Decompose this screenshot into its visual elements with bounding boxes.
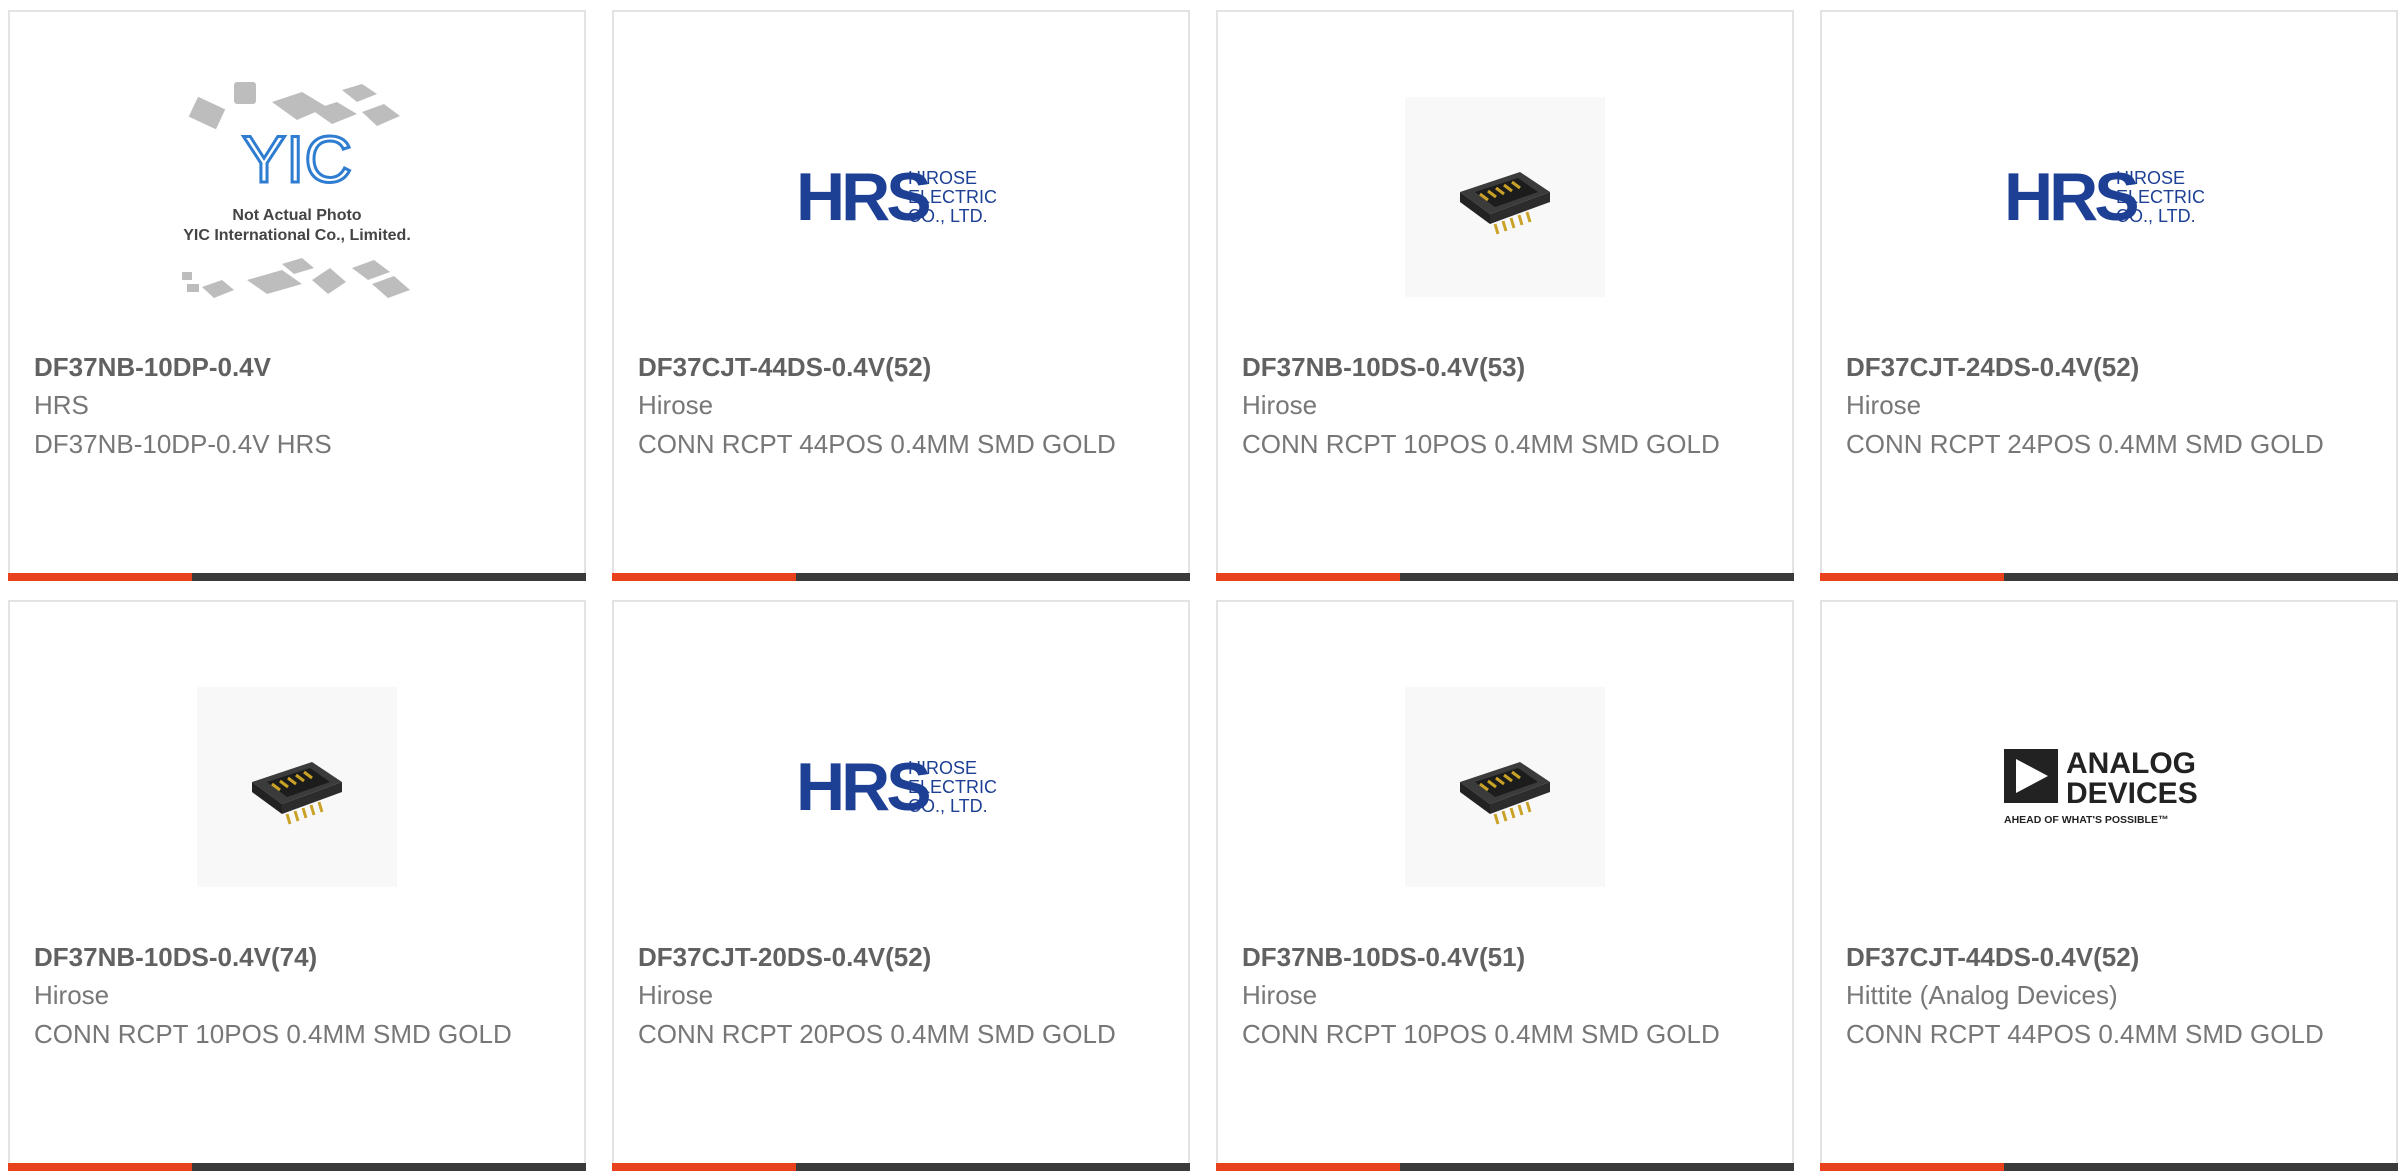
svg-text:ELECTRIC: ELECTRIC bbox=[908, 777, 997, 797]
card-bottom-bar bbox=[1216, 1163, 1794, 1171]
analog-devices-logo-icon: ANALOG DEVICES AHEAD OF WHAT'S POSSIBLE™ bbox=[2004, 747, 2198, 826]
card-bottom-bar bbox=[612, 573, 1190, 581]
product-name[interactable]: DF37NB-10DS-0.4V(53) bbox=[1242, 352, 1525, 383]
product-card[interactable]: HRS HIROSE ELECTRIC CO., LTD. DF37CJT-24… bbox=[1820, 10, 2398, 581]
connector-photo bbox=[197, 687, 397, 887]
product-name[interactable]: DF37CJT-20DS-0.4V(52) bbox=[638, 942, 931, 973]
product-name[interactable]: DF37NB-10DS-0.4V(51) bbox=[1242, 942, 1525, 973]
product-image[interactable]: HRS HIROSE ELECTRIC CO., LTD. bbox=[614, 662, 1188, 912]
card-accent-bar bbox=[8, 573, 192, 581]
product-image[interactable]: YIC Not Actual Photo YIC International C… bbox=[10, 72, 584, 322]
product-image[interactable]: HRS HIROSE ELECTRIC CO., LTD. bbox=[1822, 72, 2396, 322]
svg-text:AHEAD OF WHAT'S POSSIBLE™: AHEAD OF WHAT'S POSSIBLE™ bbox=[2004, 814, 2168, 826]
product-name[interactable]: DF37CJT-24DS-0.4V(52) bbox=[1846, 352, 2139, 383]
card-bottom-bar bbox=[1820, 1163, 2398, 1171]
product-image[interactable] bbox=[10, 662, 584, 912]
card-accent-bar bbox=[1820, 573, 2004, 581]
product-name[interactable]: DF37NB-10DP-0.4V bbox=[34, 352, 271, 383]
product-manufacturer: Hirose bbox=[1846, 390, 1922, 420]
svg-text:CO., LTD.: CO., LTD. bbox=[2116, 206, 2196, 226]
svg-text:ANALOG: ANALOG bbox=[2066, 747, 2196, 780]
product-description: CONN RCPT 44POS 0.4MM SMD GOLD bbox=[638, 429, 1116, 459]
card-bottom-bar bbox=[8, 573, 586, 581]
product-image[interactable] bbox=[1218, 662, 1792, 912]
connector-photo bbox=[1405, 97, 1605, 297]
product-name[interactable]: DF37CJT-44DS-0.4V(52) bbox=[638, 352, 931, 383]
card-bottom-bar bbox=[1820, 573, 2398, 581]
product-description: CONN RCPT 24POS 0.4MM SMD GOLD bbox=[1846, 429, 2324, 459]
card-accent-bar bbox=[1216, 573, 1400, 581]
product-card[interactable]: YIC Not Actual Photo YIC International C… bbox=[8, 10, 586, 581]
card-accent-bar bbox=[612, 1163, 796, 1171]
product-name[interactable]: DF37NB-10DS-0.4V(74) bbox=[34, 942, 317, 973]
placeholder-photo-icon: YIC Not Actual Photo YIC International C… bbox=[182, 82, 411, 298]
svg-text:CO., LTD.: CO., LTD. bbox=[908, 796, 988, 816]
product-manufacturer: Hirose bbox=[34, 980, 110, 1010]
svg-text:YIC: YIC bbox=[242, 122, 352, 196]
product-manufacturer: Hirose bbox=[1242, 390, 1318, 420]
card-bottom-bar bbox=[1216, 573, 1794, 581]
product-manufacturer: Hirose bbox=[638, 980, 714, 1010]
product-description: CONN RCPT 44POS 0.4MM SMD GOLD bbox=[1846, 1019, 2324, 1049]
product-card[interactable]: ANALOG DEVICES AHEAD OF WHAT'S POSSIBLE™… bbox=[1820, 600, 2398, 1171]
hrs-logo-icon: HRS HIROSE ELECTRIC CO., LTD. bbox=[796, 162, 997, 232]
product-card[interactable]: HRS HIROSE ELECTRIC CO., LTD. DF37CJT-20… bbox=[612, 600, 1190, 1171]
product-description: CONN RCPT 10POS 0.4MM SMD GOLD bbox=[1242, 429, 1720, 459]
card-bottom-bar bbox=[8, 1163, 586, 1171]
connector-icon bbox=[1460, 172, 1550, 235]
svg-text:CO., LTD.: CO., LTD. bbox=[908, 206, 988, 226]
svg-text:Not Actual Photo: Not Actual Photo bbox=[232, 207, 361, 224]
product-manufacturer: Hittite (Analog Devices) bbox=[1846, 980, 2118, 1010]
product-description: CONN RCPT 20POS 0.4MM SMD GOLD bbox=[638, 1019, 1116, 1049]
product-image[interactable]: ANALOG DEVICES AHEAD OF WHAT'S POSSIBLE™ bbox=[1822, 662, 2396, 912]
card-accent-bar bbox=[8, 1163, 192, 1171]
svg-text:ELECTRIC: ELECTRIC bbox=[908, 187, 997, 207]
connector-icon bbox=[252, 762, 342, 825]
svg-text:ELECTRIC: ELECTRIC bbox=[2116, 187, 2205, 207]
product-name[interactable]: DF37CJT-44DS-0.4V(52) bbox=[1846, 942, 2139, 973]
product-card[interactable]: DF37NB-10DS-0.4V(74) Hirose CONN RCPT 10… bbox=[8, 600, 586, 1171]
card-accent-bar bbox=[1820, 1163, 2004, 1171]
product-description: CONN RCPT 10POS 0.4MM SMD GOLD bbox=[1242, 1019, 1720, 1049]
product-image[interactable]: HRS HIROSE ELECTRIC CO., LTD. bbox=[614, 72, 1188, 322]
product-card[interactable]: HRS HIROSE ELECTRIC CO., LTD. DF37CJT-44… bbox=[612, 10, 1190, 581]
product-manufacturer: Hirose bbox=[638, 390, 714, 420]
product-description: DF37NB-10DP-0.4V HRS bbox=[34, 429, 332, 459]
connector-photo bbox=[1405, 687, 1605, 887]
hrs-logo-icon: HRS HIROSE ELECTRIC CO., LTD. bbox=[2004, 162, 2205, 232]
product-card[interactable]: DF37NB-10DS-0.4V(51) Hirose CONN RCPT 10… bbox=[1216, 600, 1794, 1171]
card-bottom-bar bbox=[612, 1163, 1190, 1171]
card-accent-bar bbox=[612, 573, 796, 581]
product-manufacturer: Hirose bbox=[1242, 980, 1318, 1010]
svg-text:HIROSE: HIROSE bbox=[2116, 168, 2185, 188]
svg-text:YIC International Co., Limited: YIC International Co., Limited. bbox=[183, 227, 411, 244]
product-image[interactable] bbox=[1218, 72, 1792, 322]
product-card[interactable]: DF37NB-10DS-0.4V(53) Hirose CONN RCPT 10… bbox=[1216, 10, 1794, 581]
product-manufacturer: HRS bbox=[34, 390, 89, 420]
card-accent-bar bbox=[1216, 1163, 1400, 1171]
connector-icon bbox=[1460, 762, 1550, 825]
svg-text:HIROSE: HIROSE bbox=[908, 758, 977, 778]
product-description: CONN RCPT 10POS 0.4MM SMD GOLD bbox=[34, 1019, 512, 1049]
hrs-logo-icon: HRS HIROSE ELECTRIC CO., LTD. bbox=[796, 752, 997, 822]
svg-text:DEVICES: DEVICES bbox=[2066, 777, 2198, 810]
svg-text:HIROSE: HIROSE bbox=[908, 168, 977, 188]
